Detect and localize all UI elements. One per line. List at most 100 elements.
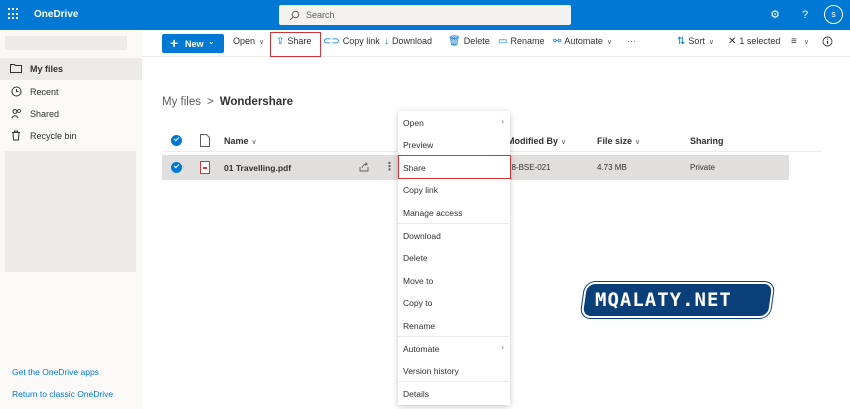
sort-icon: ⇅	[677, 36, 686, 47]
plus-icon: +	[170, 35, 179, 51]
new-button[interactable]: + New ⌄	[162, 34, 224, 53]
menu-item-label: Download	[403, 231, 441, 241]
select-all-checkbox[interactable]	[171, 135, 182, 146]
chevron-down-icon: ∨	[708, 39, 715, 46]
watermark-logo: MQALATY.NET	[582, 284, 773, 316]
breadcrumb-root[interactable]: My files	[162, 96, 201, 108]
chevron-down-icon: ∨	[635, 139, 641, 146]
breadcrumb-separator: >	[206, 96, 214, 108]
menu-item-automate[interactable]: Automate ›	[398, 337, 510, 359]
chevron-down-icon: ∨	[259, 39, 265, 46]
file-type-icon	[200, 134, 210, 149]
clock-icon	[10, 86, 22, 98]
menu-item-version-history[interactable]: Version history	[398, 359, 510, 381]
app-launcher-icon[interactable]	[8, 8, 20, 20]
download-label: Download	[392, 36, 433, 46]
classic-onedrive-link[interactable]: Return to classic OneDrive	[12, 389, 113, 399]
file-name[interactable]: 01 Travelling.pdf	[224, 163, 291, 173]
more-options-button[interactable]: ···	[627, 36, 636, 52]
trash-icon	[10, 130, 22, 142]
file-size: 4.73 MB	[597, 163, 627, 172]
chevron-right-icon: ›	[501, 342, 504, 352]
rename-button[interactable]: ▭ Rename	[498, 36, 544, 52]
menu-item-label: Copy to	[403, 298, 433, 308]
people-icon	[10, 108, 22, 120]
menu-item-copy-to[interactable]: Copy to	[398, 291, 510, 313]
more-actions-icon[interactable]: ⋮	[384, 160, 395, 173]
column-file-size-label: File size	[597, 136, 633, 146]
chevron-down-icon: ∨	[606, 39, 613, 46]
sidebar-item-recycle-bin[interactable]: Recycle bin	[0, 125, 142, 147]
chevron-down-icon: ⌄	[208, 37, 215, 46]
copy-link-button[interactable]: ⊂⊃ Copy link	[323, 36, 380, 52]
column-modified-by[interactable]: Modified By ∨	[507, 136, 566, 146]
share-menu-highlight	[398, 155, 511, 179]
column-file-size[interactable]: File size ∨	[597, 136, 640, 146]
clear-selection-button[interactable]: ✕ 1 selected	[728, 36, 780, 52]
info-icon[interactable]	[822, 36, 833, 52]
get-apps-link[interactable]: Get the OneDrive apps	[12, 367, 99, 377]
menu-item-details[interactable]: Details	[398, 382, 510, 404]
search-box[interactable]: Search	[279, 5, 571, 25]
menu-item-move-to[interactable]: Move to	[398, 269, 510, 291]
link-icon: ⊂⊃	[323, 36, 340, 47]
delete-button[interactable]: 🗑 Delete	[448, 36, 490, 52]
delete-label: Delete	[463, 36, 490, 46]
sidebar-item-shared[interactable]: Shared	[0, 103, 142, 125]
help-icon[interactable]: ?	[797, 7, 813, 23]
sidebar-item-my-files[interactable]: My files	[0, 58, 142, 80]
column-name[interactable]: Name ∨	[224, 136, 257, 146]
menu-item-label: Details	[403, 389, 429, 399]
menu-item-delete[interactable]: Delete	[398, 246, 510, 268]
menu-item-label: Open	[403, 118, 424, 128]
file-sharing: Private	[690, 163, 715, 172]
column-modified-by-label: Modified By	[507, 136, 558, 146]
sidebar-item-recent[interactable]: Recent	[0, 81, 142, 103]
chevron-right-icon: ›	[501, 116, 504, 126]
menu-item-label: Preview	[403, 140, 434, 150]
folder-icon	[10, 63, 22, 75]
menu-item-open[interactable]: Open ›	[398, 111, 510, 133]
menu-item-manage-access[interactable]: Manage access	[398, 201, 510, 223]
copy-link-label: Copy link	[342, 36, 380, 46]
watermark-text: MQALATY.NET	[595, 289, 732, 311]
menu-item-rename[interactable]: Rename	[398, 314, 510, 336]
rename-icon: ▭	[498, 36, 508, 47]
menu-item-download[interactable]: Download	[398, 224, 510, 246]
gear-icon[interactable]: ⚙	[767, 7, 783, 23]
share-icon[interactable]	[359, 162, 370, 174]
account-placeholder	[5, 36, 127, 50]
search-icon	[289, 10, 300, 21]
automate-label: Automate	[564, 36, 603, 46]
share-button-highlight	[270, 32, 321, 57]
rename-label: Rename	[510, 36, 545, 46]
view-options-button[interactable]: ≡ ∨	[791, 36, 809, 52]
app-brand[interactable]: OneDrive	[34, 9, 78, 20]
left-nav: My files Recent Shared Recycle bin Get t…	[0, 30, 142, 409]
column-sharing[interactable]: Sharing	[690, 136, 724, 146]
sidebar-item-label: Recycle bin	[30, 131, 77, 141]
column-name-label: Name	[224, 136, 249, 146]
menu-item-copy-link[interactable]: Copy link	[398, 178, 510, 200]
command-bar: + New ⌄ Open ∨ ⇪ Share ⊂⊃ Copy link ↓ Downlo…	[142, 30, 850, 57]
selected-count-label: 1 selected	[739, 36, 781, 46]
open-button[interactable]: Open ∨	[233, 36, 264, 52]
download-button[interactable]: ↓ Download	[384, 36, 432, 52]
open-label: Open	[233, 36, 256, 46]
menu-item-label: Manage access	[403, 208, 463, 218]
menu-item-label: Automate	[403, 344, 440, 354]
menu-item-label: Move to	[403, 276, 434, 286]
sort-button[interactable]: ⇅ Sort ∨	[677, 36, 714, 52]
menu-item-label: Copy link	[403, 185, 438, 195]
menu-item-label: Delete	[403, 253, 428, 263]
file-modified-by: 18-BSE-021	[507, 163, 551, 172]
new-button-label: New	[185, 39, 204, 49]
pdf-icon	[200, 161, 210, 174]
avatar[interactable]: s	[824, 5, 843, 24]
automate-button[interactable]: ⚯ Automate ∨	[553, 36, 612, 52]
chevron-down-icon: ∨	[251, 139, 257, 146]
menu-item-preview[interactable]: Preview	[398, 133, 510, 155]
row-checkbox[interactable]	[171, 162, 182, 173]
sidebar-item-label: Shared	[30, 109, 60, 119]
storage-panel	[5, 151, 136, 272]
